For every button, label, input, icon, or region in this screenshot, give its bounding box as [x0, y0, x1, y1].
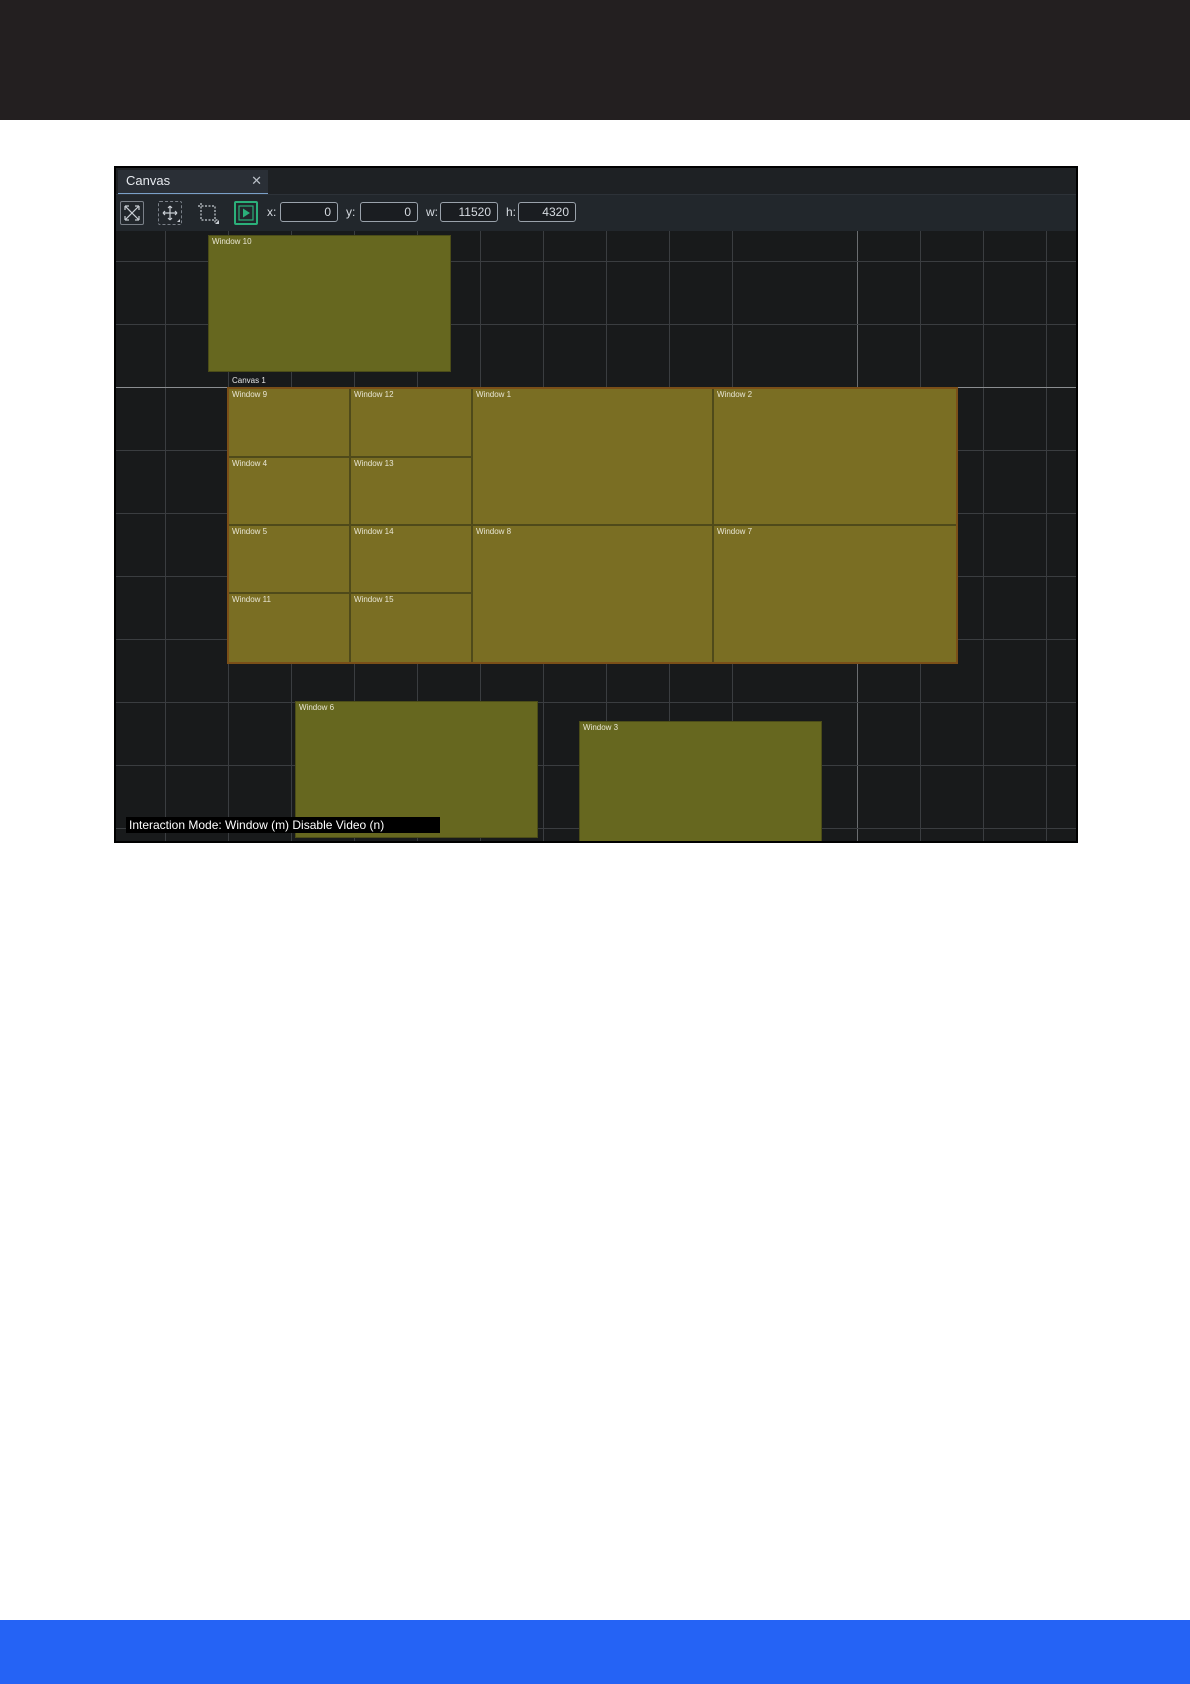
grid-line: [165, 231, 166, 841]
canvas-panel: Canvas ✕ x: 0 y: 0 w: 11520 h: 4320 Wind…: [114, 166, 1078, 843]
grid-line: [116, 702, 1076, 703]
window-label: Window 3: [583, 723, 619, 732]
y-label: y:: [346, 205, 356, 219]
tab-title: Canvas: [126, 173, 171, 188]
y-field[interactable]: 0: [360, 202, 418, 222]
crop-icon[interactable]: [196, 201, 220, 225]
canvas-1-frame: [227, 387, 958, 664]
page-header-band: [0, 0, 1190, 120]
tab-bar: Canvas ✕: [116, 168, 1076, 195]
grid-line: [1046, 231, 1047, 841]
window-label: Window 10: [212, 237, 252, 246]
w-label: w:: [426, 205, 438, 219]
window-3[interactable]: Window 3: [579, 721, 822, 841]
tab-canvas[interactable]: Canvas ✕: [118, 170, 268, 194]
canvas-toolbar: x: 0 y: 0 w: 11520 h: 4320: [116, 195, 1076, 231]
h-field[interactable]: 4320: [518, 202, 576, 222]
close-icon[interactable]: ✕: [251, 170, 262, 192]
x-field[interactable]: 0: [280, 202, 338, 222]
grid-line: [983, 231, 984, 841]
fit-to-view-icon[interactable]: [120, 201, 144, 225]
window-label: Window 6: [299, 703, 335, 712]
window-10[interactable]: Window 10: [208, 235, 451, 372]
canvas-label: Canvas 1: [232, 376, 266, 385]
page-footer-band: [0, 1620, 1190, 1684]
h-label: h:: [506, 205, 517, 219]
interaction-mode-status: Interaction Mode: Window (m) Disable Vid…: [126, 817, 440, 833]
pan-icon[interactable]: [158, 201, 182, 225]
w-field[interactable]: 11520: [440, 202, 498, 222]
play-icon[interactable]: [234, 201, 258, 225]
x-label: x:: [267, 205, 277, 219]
canvas-viewport[interactable]: Window 10 Canvas 1 Window 9 Window 12 Wi…: [116, 231, 1076, 841]
